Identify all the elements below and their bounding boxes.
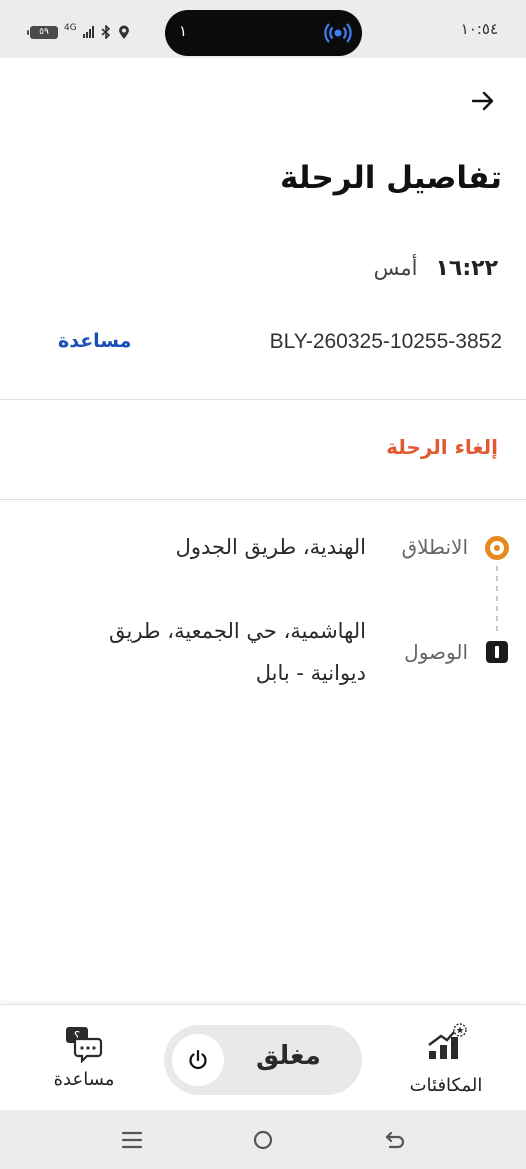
start-point-icon bbox=[485, 536, 509, 560]
location-icon bbox=[118, 25, 129, 39]
status-icons: ٥٩ 4G bbox=[27, 23, 130, 40]
trip-time: ١٦:٢٢ bbox=[435, 256, 498, 281]
toggle-status-label: مغلق bbox=[256, 1041, 321, 1071]
trip-time-row: ١٦:٢٢ أمس bbox=[374, 256, 498, 281]
home-icon[interactable] bbox=[251, 1128, 275, 1152]
end-address: الهاشمية، حي الجمعية، طريق ديوانية - باب… bbox=[108, 619, 366, 685]
end-label: الوصول bbox=[404, 640, 468, 664]
divider bbox=[0, 399, 526, 400]
arrow-right-icon[interactable] bbox=[470, 88, 496, 114]
start-label: الانطلاق bbox=[401, 535, 468, 559]
end-point-icon bbox=[486, 641, 508, 663]
battery-level: ٥٩ bbox=[39, 26, 49, 37]
trip-id: BLY-260325-10255-3852 bbox=[269, 330, 502, 353]
nav-help-label: مساعدة bbox=[53, 1069, 115, 1090]
power-icon bbox=[189, 1049, 207, 1070]
status-time: ١٠:٥٤ bbox=[460, 20, 498, 38]
battery-icon: ٥٩ bbox=[27, 25, 58, 39]
toggle-knob bbox=[172, 1034, 224, 1086]
start-address: الهندية، طريق الجدول bbox=[175, 535, 366, 559]
status-bar: ٥٩ 4G ١ ١٠:٥٤ bbox=[0, 0, 526, 58]
cancel-trip-button[interactable]: إلغاء الرحلة bbox=[386, 435, 498, 459]
help-link[interactable]: مساعدة bbox=[58, 330, 131, 352]
route-line bbox=[496, 566, 498, 634]
system-nav-bar bbox=[0, 1110, 526, 1169]
dynamic-island[interactable]: ١ bbox=[165, 10, 362, 56]
pill-count: ١ bbox=[179, 22, 188, 40]
help-chat-icon: ؟ bbox=[66, 1027, 103, 1063]
trip-day: أمس bbox=[373, 256, 418, 280]
nav-rewards-label: المكافئات bbox=[409, 1075, 483, 1096]
bluetooth-icon bbox=[101, 25, 110, 39]
back-icon[interactable] bbox=[383, 1128, 407, 1152]
rewards-chart-icon bbox=[428, 1023, 467, 1059]
page-title: تفاصيل الرحلة bbox=[279, 160, 502, 196]
network-type: 4G bbox=[64, 23, 77, 33]
online-toggle[interactable]: مغلق bbox=[164, 1025, 362, 1095]
nav-help-button[interactable]: ؟ مساعدة bbox=[44, 1025, 124, 1097]
menu-icon[interactable] bbox=[120, 1128, 144, 1152]
nav-rewards-button[interactable]: المكافئات bbox=[404, 1023, 488, 1097]
broadcast-icon bbox=[324, 23, 352, 43]
signal-icon bbox=[82, 26, 94, 38]
divider bbox=[0, 499, 526, 500]
bottom-bar: ؟ مساعدة مغلق المكافئات bbox=[0, 1004, 526, 1110]
